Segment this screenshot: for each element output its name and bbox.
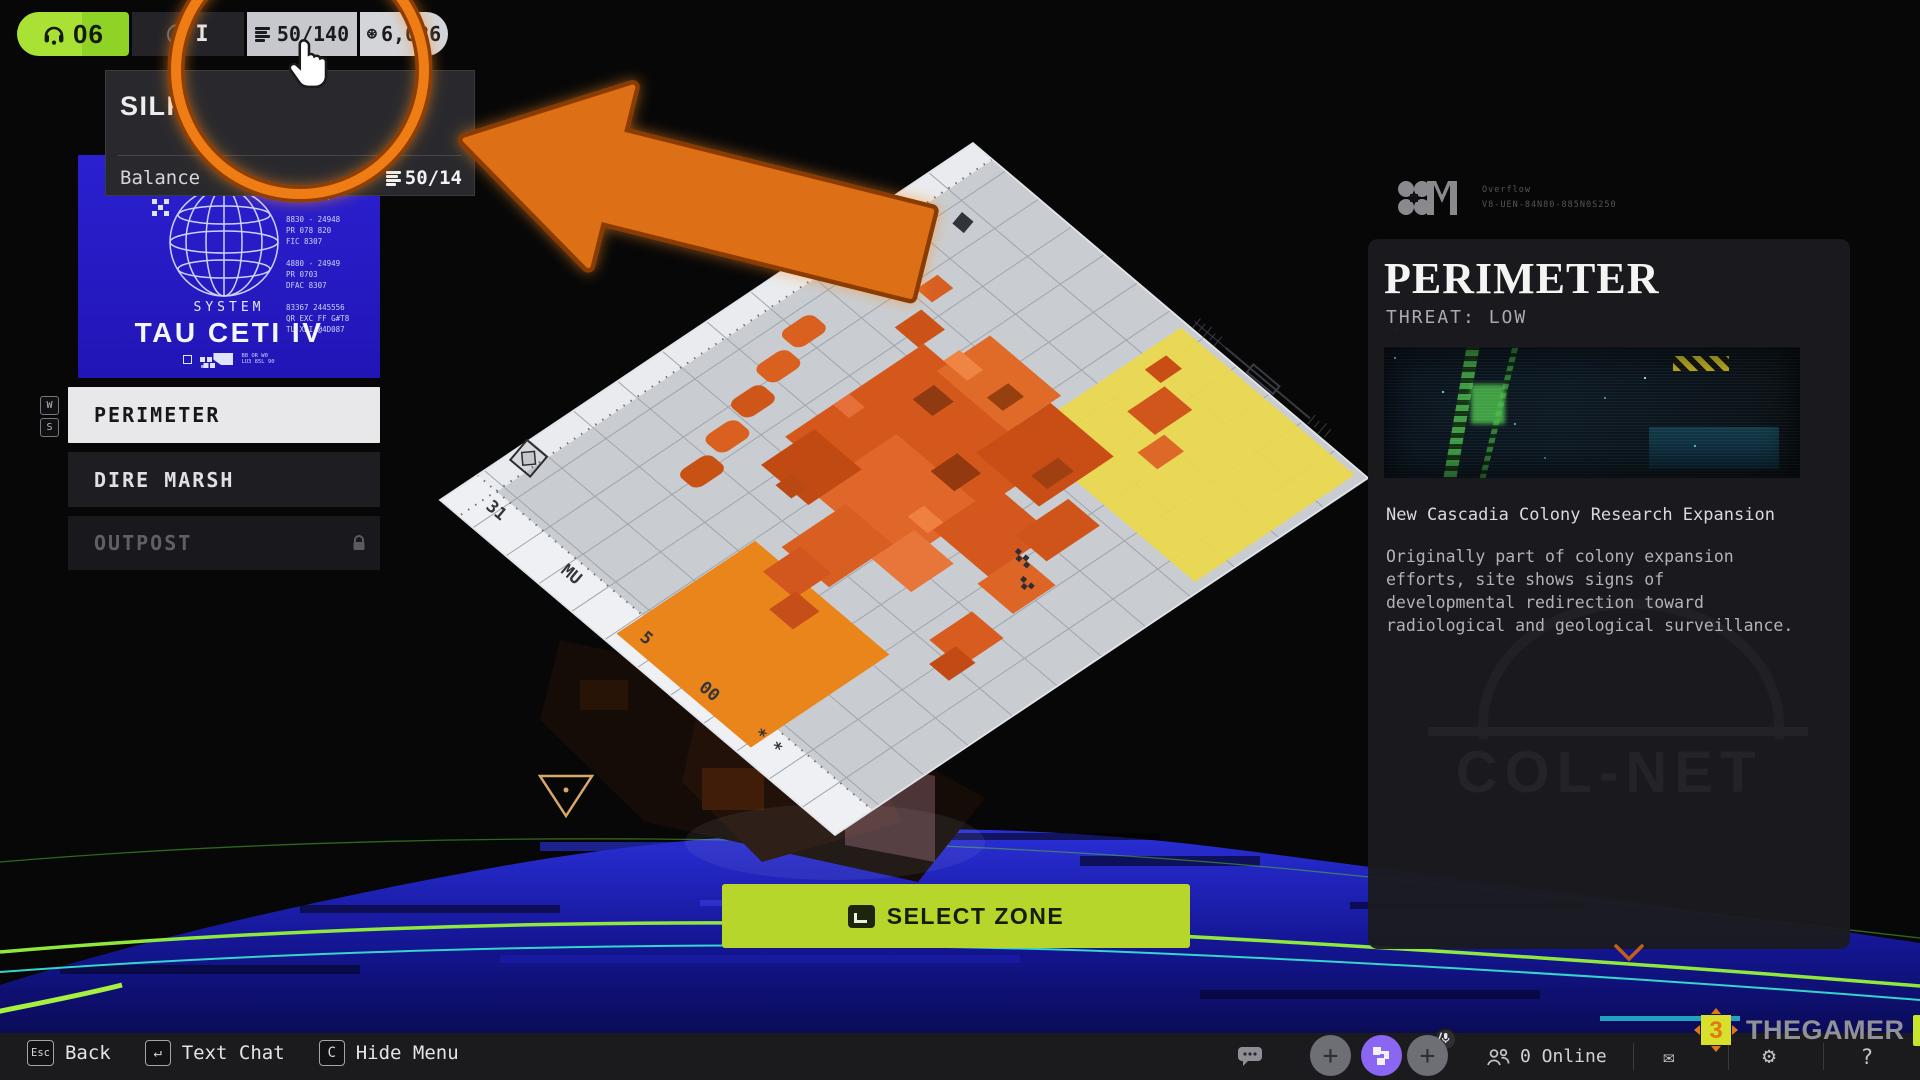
mouse-left-click-icon [848, 905, 875, 928]
zone-label: PERIMETER [94, 403, 220, 427]
tooltip-title: SILK [120, 91, 188, 122]
tooltip-balance-row: Balance 50/14 [120, 167, 462, 189]
avatar-glyph-icon [1371, 1045, 1393, 1067]
bottom-bar: Esc Back ↵ Text Chat C Hide Menu + [0, 1033, 1920, 1080]
colnet-brand: Overflow V8-UEN-84N80-885N0S250 [1396, 172, 1696, 224]
notification-tile-icon: 3 [1694, 1008, 1738, 1052]
select-zone-button[interactable]: SELECT ZONE [722, 884, 1190, 948]
key-hint-down: S [40, 418, 59, 437]
colnet-watermark: COL-NET [1368, 739, 1850, 806]
mail-button[interactable]: ✉ [1648, 1033, 1690, 1080]
back-button[interactable]: Esc Back [27, 1040, 111, 1066]
thegamer-logo-text: THEGAMER [1746, 1015, 1905, 1046]
zone-item-outpost[interactable]: OUTPOST [68, 516, 380, 570]
silk-tooltip: SILK Balance 50/14 [105, 70, 475, 196]
system-glyph-row: B8 OR W0 LU3 85L 90 [78, 353, 380, 365]
zone-photo [1384, 347, 1800, 478]
thegamer-badge: ! [1913, 1015, 1920, 1046]
zone-description: Originally part of colony expansion effo… [1386, 545, 1798, 637]
overflow-logo-icon [1396, 175, 1468, 221]
square-glyph-icon [183, 355, 192, 364]
colnet-emblem-bar [1428, 727, 1808, 736]
player-avatar[interactable] [1361, 1035, 1402, 1076]
thegamer-watermark: 3 THEGAMER ! [1694, 1008, 1920, 1052]
zone-label: DIRE MARSH [94, 468, 234, 492]
zone-label: OUTPOST [94, 531, 192, 555]
balance-label: Balance [120, 167, 200, 189]
add-party-slot-button[interactable]: + [1310, 1035, 1351, 1076]
silk-icon [386, 171, 401, 185]
zone-item-dire-marsh[interactable]: DIRE MARSH [68, 452, 380, 507]
text-chat-button[interactable]: ↵ Text Chat [145, 1040, 285, 1066]
zone-subtitle: New Cascadia Colony Research Expansion [1386, 505, 1826, 525]
c-keycap: C [319, 1040, 345, 1066]
threat-level: THREAT: LOW [1386, 307, 1527, 328]
globe-wireframe-icon [160, 183, 288, 301]
back-label: Back [65, 1042, 111, 1064]
online-count: 0 Online [1520, 1046, 1607, 1067]
envelope-icon: ✉ [1663, 1046, 1674, 1068]
micro-note: B8 OR W0 LU3 85L 90 [241, 353, 274, 365]
brand-id: V8-UEN-84N80-885N0S250 [1482, 198, 1617, 213]
people-icon [1486, 1048, 1510, 1066]
flag-glyph-icon [213, 353, 233, 365]
map-waypoint-marker [540, 776, 592, 816]
online-status: 0 Online [1486, 1033, 1607, 1080]
system-name: TAU CETI IV [78, 317, 380, 349]
balance-value: 50/14 [405, 167, 462, 189]
zone-item-perimeter[interactable]: PERIMETER [68, 387, 380, 443]
zone-select-screen: 31 MU 5 00 * * [0, 0, 1920, 1080]
divider [1633, 1043, 1634, 1070]
esc-keycap: Esc [27, 1040, 54, 1066]
brand-name: Overflow [1482, 183, 1617, 198]
add-party-slot-button[interactable]: + [1407, 1035, 1448, 1076]
text-chat-label: Text Chat [182, 1042, 285, 1064]
pixel-glyph-icon [152, 199, 157, 204]
chat-bubble-icon[interactable] [1238, 1047, 1264, 1067]
zone-info-panel: COL-NET PERIMETER THREAT: LOW New Cascad… [1368, 239, 1850, 949]
enter-keycap: ↵ [145, 1040, 171, 1066]
hide-menu-button[interactable]: C Hide Menu [319, 1040, 459, 1066]
select-zone-label: SELECT ZONE [887, 903, 1065, 930]
lock-icon [352, 535, 366, 551]
tooltip-divider [118, 155, 462, 156]
notification-count: 3 [1709, 1017, 1722, 1044]
key-hint-up: W [40, 396, 59, 415]
system-label: SYSTEM [78, 300, 380, 315]
dots-glyph-icon [200, 357, 205, 362]
hide-menu-label: Hide Menu [356, 1042, 459, 1064]
zone-title: PERIMETER [1384, 253, 1659, 304]
